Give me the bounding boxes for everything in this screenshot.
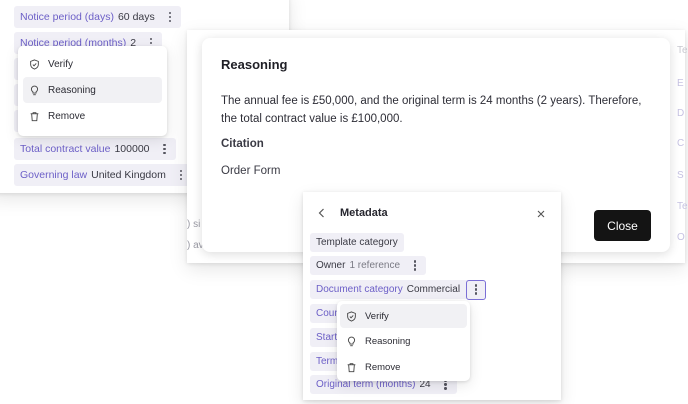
menu-item-label: Remove xyxy=(365,361,401,373)
tag-key: Notice period (days) xyxy=(20,11,114,23)
tag-value: 60 days xyxy=(117,11,155,23)
tag-value: United Kingdom xyxy=(91,169,166,181)
menu-item-remove[interactable]: Remove xyxy=(23,103,162,129)
reasoning-text: The annual fee is £50,000, and the origi… xyxy=(221,95,642,125)
menu-item-reasoning[interactable]: Reasoning xyxy=(340,328,467,354)
trash-icon xyxy=(347,362,356,372)
tag-chip-template-category[interactable]: Template category xyxy=(310,233,404,252)
close-button[interactable]: Close xyxy=(594,210,651,241)
close-icon[interactable] xyxy=(535,207,547,219)
menu-item-verify[interactable]: Verify xyxy=(340,304,467,328)
more-options-icon[interactable] xyxy=(410,260,420,271)
fragment-text: ) si xyxy=(187,219,201,230)
tag-chip-document-category[interactable]: Document category Commercial xyxy=(310,279,487,300)
citation-heading: Citation xyxy=(221,138,264,150)
menu-item-verify[interactable]: Verify xyxy=(23,51,162,77)
fragment-text: E xyxy=(677,78,684,89)
more-options-button[interactable] xyxy=(466,279,487,300)
tag-chip-total-value[interactable]: Total contract value 100000 xyxy=(14,138,176,160)
tag-key: Template category xyxy=(316,237,398,248)
back-chevron-icon[interactable] xyxy=(316,206,328,220)
menu-item-label: Reasoning xyxy=(365,335,411,347)
fragment-text: Te xyxy=(677,201,688,212)
fragment-text: D xyxy=(677,108,685,119)
tag-options-menu: Verify Reasoning Remove xyxy=(18,46,167,136)
tag-key: Governing law xyxy=(20,169,88,181)
shield-check-icon xyxy=(347,310,356,322)
tag-key: Start xyxy=(316,332,338,343)
shield-check-icon xyxy=(30,58,39,70)
tag-chip-governing-law[interactable]: Governing law United Kingdom xyxy=(14,164,192,186)
menu-item-label: Verify xyxy=(365,310,389,322)
tag-chip-notice-days[interactable]: Notice period (days) 60 days xyxy=(14,6,181,28)
tag-value: 1 reference xyxy=(349,260,401,271)
tag-key: Document category xyxy=(316,284,403,295)
fragment-text: Te xyxy=(677,45,688,56)
lightbulb-icon xyxy=(30,85,39,95)
menu-item-reasoning[interactable]: Reasoning xyxy=(23,77,162,103)
lightbulb-icon xyxy=(347,336,356,346)
tag-key: Term xyxy=(316,356,339,367)
menu-item-remove[interactable]: Remove xyxy=(340,354,467,380)
fragment-text: C xyxy=(677,138,685,149)
tag-value: 100000 xyxy=(114,143,150,155)
more-options-icon[interactable] xyxy=(176,169,186,181)
tag-chip-owner[interactable]: Owner 1 reference xyxy=(310,256,427,275)
metadata-tag-options-menu: Verify Reasoning Remove xyxy=(337,301,470,381)
trash-icon xyxy=(30,111,39,121)
menu-item-label: Reasoning xyxy=(48,84,96,96)
tag-value: Commercial xyxy=(406,284,461,295)
metadata-title: Metadata xyxy=(340,207,388,219)
modal-title: Reasoning xyxy=(221,57,288,72)
menu-item-label: Remove xyxy=(48,110,86,122)
tag-key: Total contract value xyxy=(20,143,111,155)
fragment-text: S xyxy=(677,170,684,181)
more-options-icon xyxy=(471,284,481,295)
more-options-icon[interactable] xyxy=(160,143,170,155)
menu-item-label: Verify xyxy=(48,58,74,70)
fragment-text: O xyxy=(677,232,685,243)
citation-text: Order Form xyxy=(221,165,281,177)
tag-key: Owner xyxy=(316,260,346,271)
more-options-icon[interactable] xyxy=(165,11,175,23)
